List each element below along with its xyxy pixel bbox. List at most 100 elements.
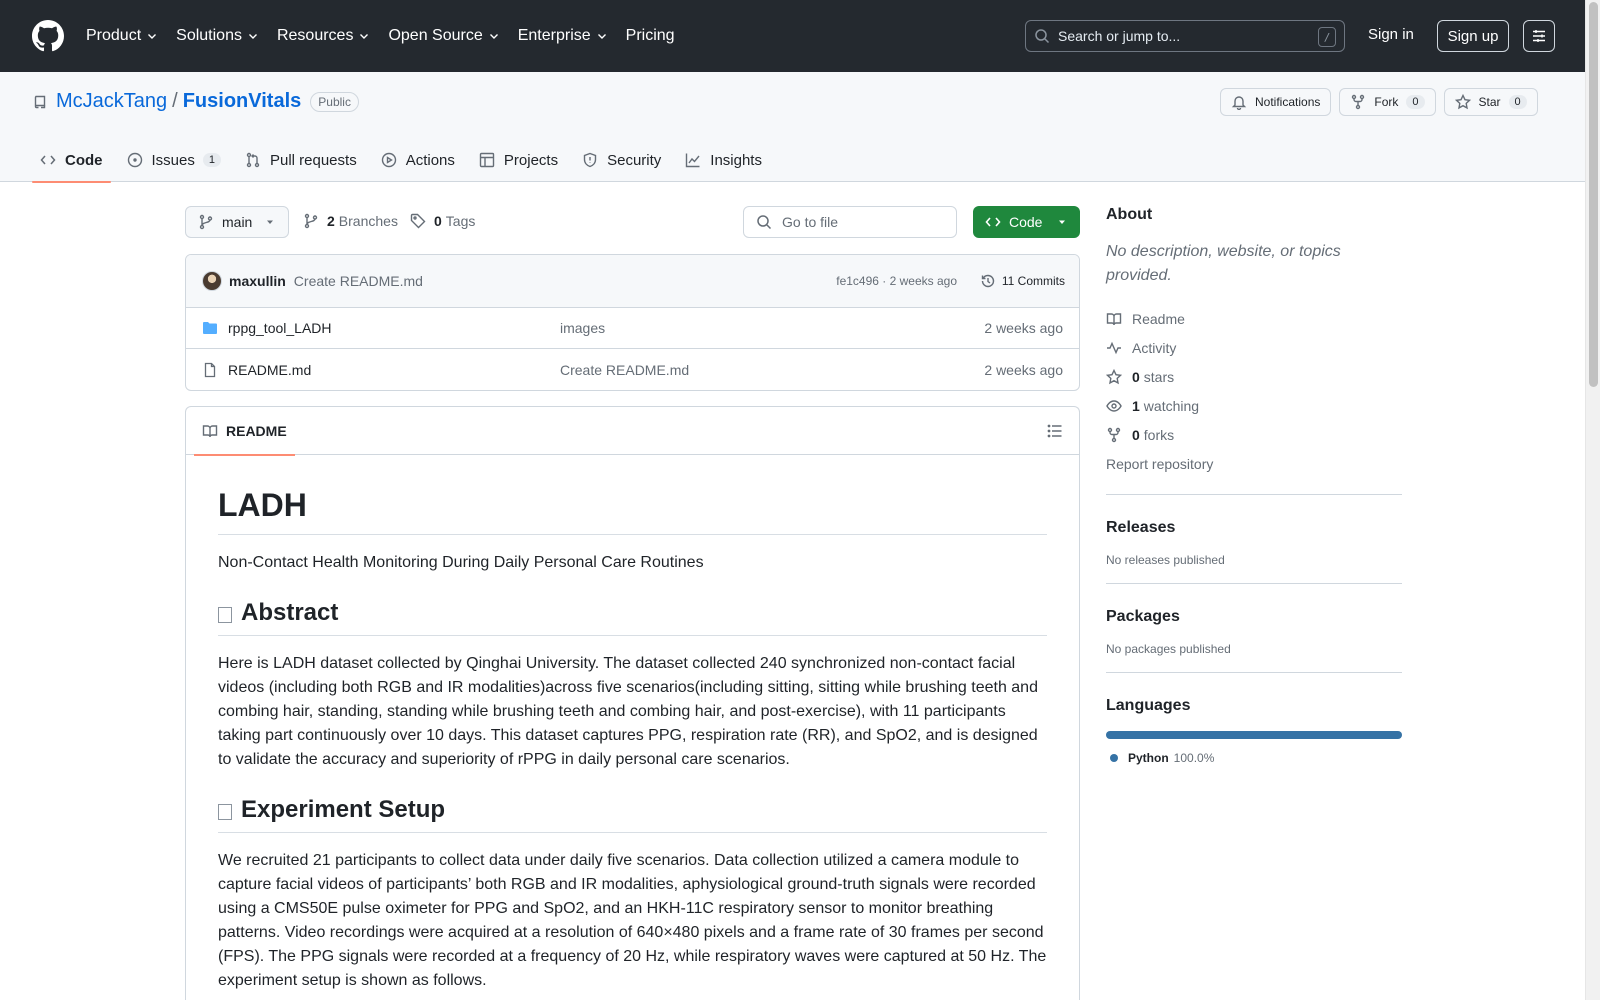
language-name: Python xyxy=(1128,751,1169,765)
visibility-badge: Public xyxy=(310,91,359,112)
nav-enterprise[interactable]: Enterprise xyxy=(518,20,608,52)
language-color-dot xyxy=(1110,754,1118,762)
file-commit-message[interactable]: Create README.md xyxy=(560,362,689,378)
tab-projects[interactable]: Projects xyxy=(471,138,566,182)
nav-label: Product xyxy=(86,27,142,44)
about-heading: About xyxy=(1106,206,1153,223)
nav-open-source[interactable]: Open Source xyxy=(388,20,499,52)
main-content: main 2 Branches 0 Tags Go to file Code m… xyxy=(185,206,1080,1000)
commit-message-link[interactable]: Create README.md xyxy=(294,273,423,289)
file-navigation: main 2 Branches 0 Tags Go to file Code xyxy=(185,206,1080,238)
tab-security[interactable]: Security xyxy=(574,138,669,182)
file-commit-date: 2 weeks ago xyxy=(984,320,1063,336)
sign-in-link[interactable]: Sign in xyxy=(1368,26,1414,43)
tags-count: 0 xyxy=(434,213,442,229)
branch-selector[interactable]: main xyxy=(185,206,289,238)
file-commit-message[interactable]: images xyxy=(560,320,605,336)
star-icon xyxy=(1106,368,1122,384)
tab-code[interactable]: Code xyxy=(32,138,111,183)
tags-link[interactable]: 0 Tags xyxy=(410,213,475,229)
watching-count: 1 xyxy=(1132,397,1140,414)
fork-label: Fork xyxy=(1374,95,1399,109)
tab-issues[interactable]: Issues 1 xyxy=(119,138,229,182)
releases-text: No releases published xyxy=(1106,553,1225,567)
report-repository-link[interactable]: Report repository xyxy=(1106,449,1402,478)
readme-link[interactable]: Readme xyxy=(1106,304,1402,333)
sign-up-button[interactable]: Sign up xyxy=(1437,20,1509,52)
fork-button[interactable]: Fork 0 xyxy=(1339,88,1436,116)
readme-subtitle: Non-Contact Health Monitoring During Dai… xyxy=(218,554,704,571)
book-icon xyxy=(202,424,218,437)
nav-label: Enterprise xyxy=(517,27,591,44)
repo-tabs: Code Issues 1 Pull requests Actions Proj… xyxy=(32,138,778,183)
page-scrollbar[interactable] xyxy=(1585,0,1600,1000)
file-icon xyxy=(204,362,216,377)
language-item[interactable]: Python 100.0% xyxy=(1106,751,1402,765)
forks-link[interactable]: 0 forks xyxy=(1106,420,1402,449)
tab-actions[interactable]: Actions xyxy=(373,138,463,182)
book-icon xyxy=(1106,312,1122,325)
readme-link-label: Readme xyxy=(1132,310,1185,327)
chevron-down-icon xyxy=(360,34,369,39)
fork-icon xyxy=(1107,427,1121,442)
commit-hash-link[interactable]: fe1c496 · 2 weeks ago xyxy=(836,274,957,288)
nav-product[interactable]: Product xyxy=(86,20,158,52)
play-icon xyxy=(381,152,396,168)
table-icon xyxy=(479,152,495,168)
star-label: Star xyxy=(1478,95,1501,109)
avatar[interactable] xyxy=(202,271,222,291)
packages-heading[interactable]: Packages xyxy=(1106,608,1402,626)
issue-icon xyxy=(127,152,142,168)
file-name-link[interactable]: README.md xyxy=(228,362,311,378)
repo-name-link[interactable]: FusionVitals xyxy=(183,90,302,113)
star-icon xyxy=(1454,94,1471,110)
tab-pull-requests[interactable]: Pull requests xyxy=(237,138,365,182)
commit-author-link[interactable]: maxullin xyxy=(229,273,286,289)
caret-down-icon xyxy=(1059,220,1065,224)
nav-resources[interactable]: Resources xyxy=(277,20,370,52)
about-description: No description, website, or topics provi… xyxy=(1106,243,1341,284)
nav-solutions[interactable]: Solutions xyxy=(176,20,259,52)
search-icon xyxy=(1035,29,1050,44)
branch-icon xyxy=(199,214,213,230)
search-input[interactable]: Search or jump to... / xyxy=(1025,20,1345,52)
star-button[interactable]: Star 0 xyxy=(1443,88,1538,116)
notifications-button[interactable]: Notifications xyxy=(1220,88,1332,116)
tab-label: Code xyxy=(65,151,103,169)
readme-header: README xyxy=(186,407,1079,456)
branches-link[interactable]: 2 Branches xyxy=(303,213,398,229)
file-name-link[interactable]: rppg_tool_LADH xyxy=(228,320,332,336)
global-header: Product Solutions Resources Open Source … xyxy=(0,0,1585,72)
tab-insights[interactable]: Insights xyxy=(677,138,770,182)
github-logo-icon[interactable] xyxy=(32,20,86,52)
activity-link[interactable]: Activity xyxy=(1106,333,1402,362)
file-row[interactable]: rppg_tool_LADH images 2 weeks ago xyxy=(186,308,1079,349)
readme-panel: README LADH Non-Contact Health Monitorin… xyxy=(185,406,1080,1000)
chevron-down-icon xyxy=(148,34,157,39)
packages-text: No packages published xyxy=(1106,642,1231,656)
stars-count: 0 xyxy=(1132,368,1140,385)
scrollbar-thumb[interactable] xyxy=(1589,2,1598,387)
file-list: maxullin Create README.md fe1c496 · 2 we… xyxy=(185,254,1080,391)
go-to-file-input[interactable]: Go to file xyxy=(743,206,957,238)
setup-heading: Experiment Setup xyxy=(218,796,1047,833)
path-separator: / xyxy=(172,90,178,112)
top-nav: Product Solutions Resources Open Source … xyxy=(86,20,693,52)
pulse-icon xyxy=(1107,341,1121,354)
divider xyxy=(1106,494,1402,495)
watching-link[interactable]: 1 watching xyxy=(1106,391,1402,420)
commits-history-link[interactable]: 11 Commits xyxy=(980,273,1065,289)
tab-label: Pull requests xyxy=(269,151,357,169)
readme-tab[interactable]: README xyxy=(194,407,295,456)
code-button-label: Code xyxy=(1009,214,1043,230)
releases-heading[interactable]: Releases xyxy=(1106,519,1402,537)
branches-label: Branches xyxy=(338,213,398,229)
repo-owner-link[interactable]: McJackTang xyxy=(56,90,167,113)
list-icon[interactable] xyxy=(1047,423,1063,439)
file-row[interactable]: README.md Create README.md 2 weeks ago xyxy=(186,349,1079,390)
code-button[interactable]: Code xyxy=(973,206,1080,238)
repo-sidebar: About No description, website, or topics… xyxy=(1106,206,1402,765)
menu-button[interactable] xyxy=(1523,20,1555,52)
nav-pricing[interactable]: Pricing xyxy=(626,20,675,52)
stars-link[interactable]: 0 stars xyxy=(1106,362,1402,391)
